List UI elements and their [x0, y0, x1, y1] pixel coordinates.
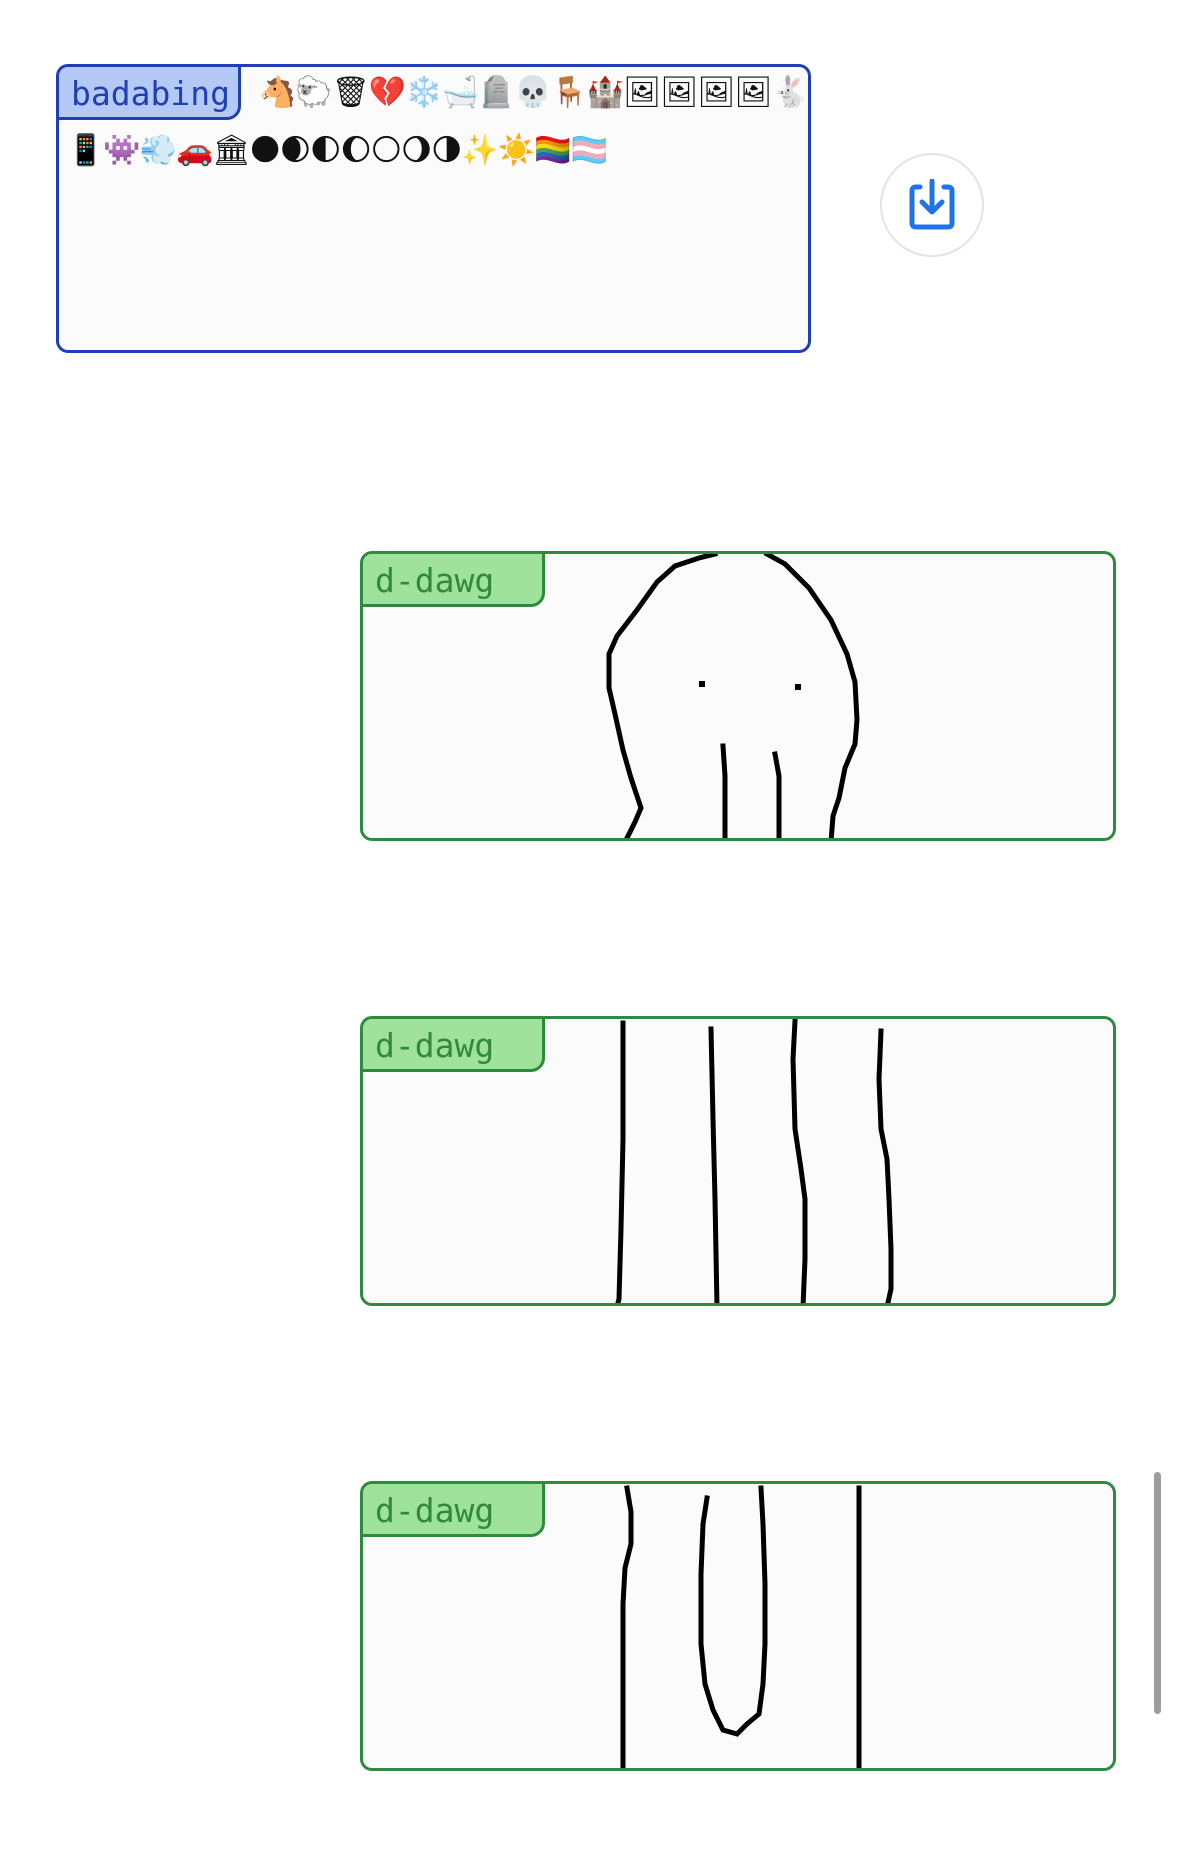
message-card-drawing-3: d-dawg — [360, 1481, 1116, 1771]
message-card-badabing: badabing 🐴🐑🗑💔❄️🛁🪦💀🪑🏰🖼🖼🖼🖼🐇 📱👾💨🚗🏛🌑🌒🌓🌔🌕🌖🌗✨☀… — [56, 64, 811, 353]
author-name: d-dawg — [375, 1491, 495, 1530]
message-card-drawing-1: d-dawg — [360, 551, 1116, 841]
author-name: d-dawg — [375, 1026, 495, 1065]
author-name: badabing — [71, 74, 230, 113]
message-emoji-line-2: 📱👾💨🚗🏛🌑🌒🌓🌔🌕🌖🌗✨☀️🏳️‍🌈🏳️‍⚧️ — [67, 133, 608, 168]
message-card-drawing-2: d-dawg — [360, 1016, 1116, 1306]
author-tag: d-dawg — [363, 554, 545, 607]
author-tag: d-dawg — [363, 1484, 545, 1537]
author-tag: d-dawg — [363, 1019, 545, 1072]
save-drawing-button[interactable] — [880, 153, 984, 257]
message-emoji-line-1: 🐴🐑🗑💔❄️🛁🪦💀🪑🏰🖼🖼🖼🖼🐇 — [259, 75, 808, 110]
scrollbar-thumb[interactable] — [1154, 1472, 1161, 1714]
author-name: d-dawg — [375, 561, 495, 600]
download-icon — [909, 179, 955, 230]
author-tag: badabing — [59, 67, 241, 120]
